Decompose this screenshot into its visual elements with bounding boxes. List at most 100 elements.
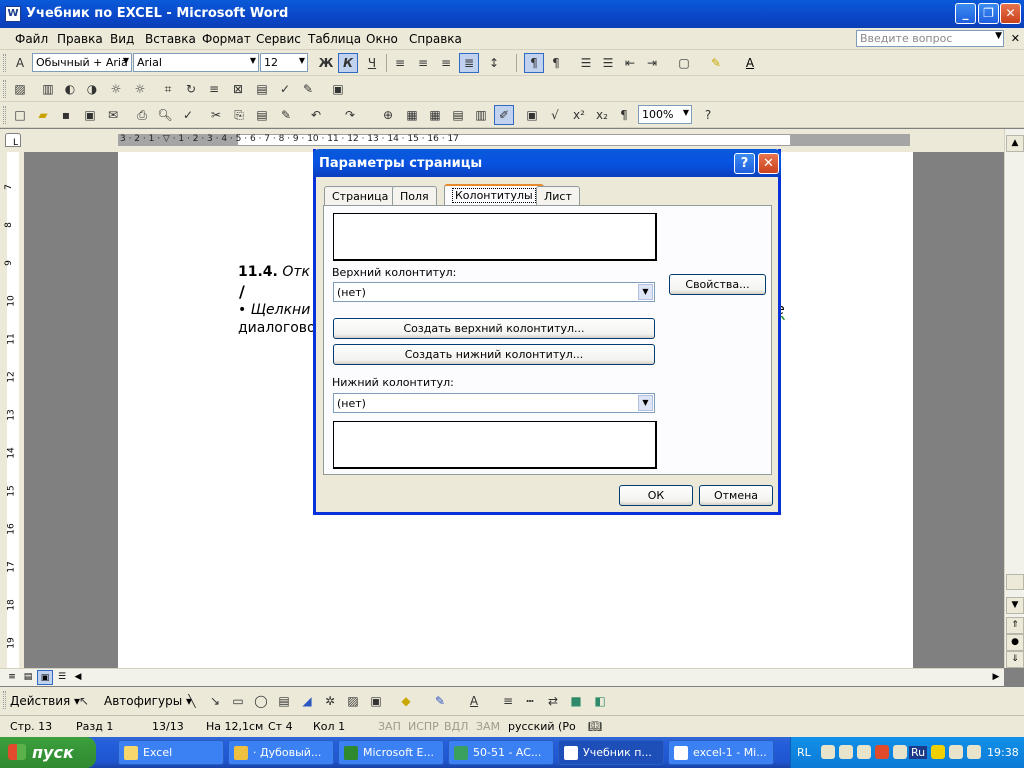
task-item[interactable]: excel-1 - Mi... [668, 740, 774, 765]
zoom-combo[interactable]: 100% ▼ [638, 105, 692, 124]
underline-button[interactable]: Ч [364, 55, 380, 71]
font-color-icon[interactable]: A [742, 55, 758, 71]
status-ext[interactable]: ВДЛ [444, 720, 468, 733]
decrease-indent-icon[interactable]: ⇤ [622, 55, 638, 71]
align-right-icon[interactable]: ≡ [438, 55, 454, 71]
save-icon[interactable]: ▪ [58, 107, 74, 123]
language-indicator[interactable]: RL [797, 746, 811, 759]
tray-icon[interactable] [967, 745, 981, 759]
document-map-icon[interactable]: ▣ [524, 107, 540, 123]
status-trk[interactable]: ИСПР [408, 720, 439, 733]
equation-icon[interactable]: √ [547, 107, 563, 123]
permission-icon[interactable]: ▣ [82, 107, 98, 123]
image-control-icon[interactable]: ▥ [40, 81, 56, 97]
text-wrap-icon[interactable]: ▤ [254, 81, 270, 97]
network-icon[interactable] [839, 745, 853, 759]
document-close-icon[interactable]: ✕ [1011, 32, 1020, 45]
borders-icon[interactable]: ▢ [676, 55, 692, 71]
tables-borders-icon[interactable]: ▦ [404, 107, 420, 123]
diagram-icon[interactable]: ✲ [322, 693, 338, 709]
style-combo[interactable]: Обычный + Aria ▼ [32, 53, 132, 72]
warning-icon[interactable] [931, 745, 945, 759]
less-contrast-icon[interactable]: ◑ [84, 81, 100, 97]
normal-view-icon[interactable]: ≡ [4, 670, 20, 685]
tab-sheet[interactable]: Лист [536, 186, 580, 205]
format-picture-icon[interactable]: ✓ [277, 81, 293, 97]
font-combo[interactable]: Arial ▼ [133, 53, 259, 72]
tab-margins[interactable]: Поля [392, 186, 437, 205]
line-spacing-icon[interactable]: ↕ [486, 55, 502, 71]
create-header-button[interactable]: Создать верхний колонтитул... [333, 318, 655, 339]
task-item[interactable]: Excel [118, 740, 224, 765]
chevron-down-icon[interactable]: ▼ [638, 284, 653, 300]
new-document-icon[interactable]: □ [12, 107, 28, 123]
minimize-button[interactable]: _ [955, 3, 976, 24]
help-icon[interactable]: ? [700, 107, 716, 123]
columns-icon[interactable]: ▥ [473, 107, 489, 123]
properties-button[interactable]: Свойства... [669, 274, 766, 295]
ltr-paragraph-icon[interactable]: ¶ [524, 53, 544, 73]
outline-view-icon[interactable]: ☰ [54, 670, 70, 685]
tray-icon[interactable] [893, 745, 907, 759]
superscript-icon[interactable]: x² [571, 107, 587, 123]
insert-table-icon[interactable]: ▦ [427, 107, 443, 123]
ok-button[interactable]: ОК [619, 485, 693, 506]
task-item[interactable]: 50-51 - AC... [448, 740, 554, 765]
vertical-scrollbar[interactable]: ▲ ▼ ⇑ ● ⇓ [1004, 129, 1024, 668]
styles-pane-icon[interactable]: A [12, 55, 28, 71]
italic-button[interactable]: К [338, 53, 358, 73]
email-icon[interactable]: ✉ [105, 107, 121, 123]
menu-tools[interactable]: Сервис [256, 32, 301, 46]
toolbar-grip[interactable] [3, 80, 6, 98]
tray-icon[interactable] [821, 745, 835, 759]
rotate-icon[interactable]: ↻ [183, 81, 199, 97]
horizontal-scroll-track[interactable] [84, 670, 992, 685]
scroll-down-icon[interactable]: ▼ [1006, 597, 1024, 614]
textbox-icon[interactable]: ▤ [276, 693, 292, 709]
web-view-icon[interactable]: ▤ [20, 670, 36, 685]
toolbar-grip[interactable] [3, 691, 6, 709]
drawing-icon[interactable]: ✐ [494, 105, 514, 125]
spelling-status-icon[interactable]: 📖︎ [588, 720, 602, 733]
fill-color-icon[interactable]: ◆ [398, 693, 414, 709]
bullets-icon[interactable]: ☰ [600, 55, 616, 71]
chevron-down-icon[interactable]: ▼ [638, 395, 653, 411]
redo-icon[interactable]: ↷ [342, 107, 358, 123]
dialog-title-bar[interactable]: Параметры страницы ? ✕ [313, 149, 781, 177]
less-brightness-icon[interactable]: ☼ [132, 81, 148, 97]
font-size-combo[interactable]: 12 ▼ [260, 53, 308, 72]
print-preview-icon[interactable]: 🔍︎ [157, 107, 173, 123]
crop-icon[interactable]: ⌗ [160, 81, 176, 97]
dash-style-icon[interactable]: ┅ [522, 693, 538, 709]
line-style-icon[interactable]: ≡ [500, 693, 516, 709]
task-item[interactable]: Microsoft E... [338, 740, 444, 765]
3d-style-icon[interactable]: ◧ [592, 693, 608, 709]
menu-help[interactable]: Справка [409, 32, 462, 46]
scroll-up-icon[interactable]: ▲ [1006, 135, 1024, 152]
rectangle-tool-icon[interactable]: ▭ [230, 693, 246, 709]
menu-view[interactable]: Вид [110, 32, 134, 46]
align-center-icon[interactable]: ≡ [415, 55, 431, 71]
print-icon[interactable]: ⎙ [134, 107, 150, 123]
wordart-icon[interactable]: ◢ [299, 693, 315, 709]
highlight-icon[interactable]: ✎ [708, 55, 724, 71]
format-painter-icon[interactable]: ✎ [278, 107, 294, 123]
line-color-icon[interactable]: ✎ [432, 693, 448, 709]
menu-format[interactable]: Формат [202, 32, 251, 46]
antivirus-icon[interactable] [875, 745, 889, 759]
hyperlink-icon[interactable]: ⊕ [380, 107, 396, 123]
insert-excel-icon[interactable]: ▤ [450, 107, 466, 123]
header-select[interactable]: (нет) ▼ [333, 282, 655, 302]
menu-insert[interactable]: Вставка [145, 32, 196, 46]
paste-icon[interactable]: ▤ [254, 107, 270, 123]
compress-icon[interactable]: ⊠ [230, 81, 246, 97]
rtl-paragraph-icon[interactable]: ¶ [548, 55, 564, 71]
scroll-right-icon[interactable]: ▶ [988, 670, 1004, 685]
font-color-icon[interactable]: A [466, 693, 482, 709]
menu-file[interactable]: Файл [15, 32, 48, 46]
tab-selector[interactable]: L [5, 133, 21, 148]
tray-icon[interactable] [949, 745, 963, 759]
increase-indent-icon[interactable]: ⇥ [644, 55, 660, 71]
chevron-down-icon[interactable]: ▼ [995, 31, 1002, 41]
autoshapes-menu[interactable]: Автофигуры ▾ [104, 694, 192, 708]
